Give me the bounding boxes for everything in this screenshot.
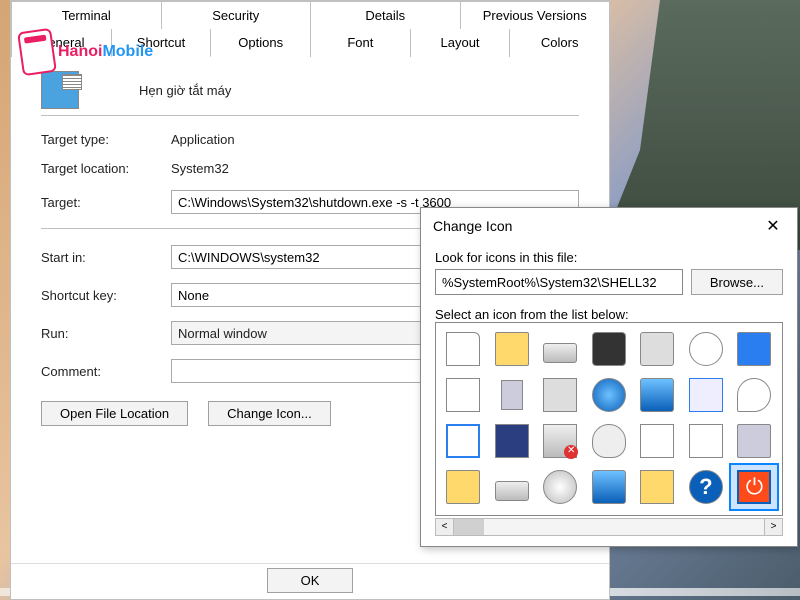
browse-button[interactable]: Browse... — [691, 269, 783, 295]
network-drive-icon[interactable] — [537, 373, 583, 417]
watermark-logo: HanoiMobile — [20, 30, 153, 74]
look-for-icons-label: Look for icons in this file: — [435, 250, 783, 265]
keypad-icon[interactable] — [634, 465, 680, 509]
target-location-label: Target location: — [41, 161, 171, 176]
search-icon[interactable] — [731, 373, 777, 417]
usb-drive-icon[interactable] — [731, 419, 777, 463]
text-document-icon[interactable] — [440, 373, 486, 417]
network-nodes-icon[interactable] — [634, 419, 680, 463]
change-icon-button[interactable]: Change Icon... — [208, 401, 331, 426]
folder-icon[interactable] — [489, 327, 535, 371]
blank-document-icon[interactable] — [440, 327, 486, 371]
drive-alt-icon[interactable] — [489, 465, 535, 509]
icon-list-scrollbar[interactable]: < > — [435, 518, 783, 536]
phone-badge-icon — [17, 28, 57, 76]
shortcut-name: Hẹn giờ tắt máy — [139, 83, 231, 98]
clock-document-icon[interactable] — [683, 327, 729, 371]
tab-font[interactable]: Font — [310, 29, 411, 57]
internet-globe-icon[interactable] — [586, 373, 632, 417]
printer-icon[interactable] — [634, 327, 680, 371]
change-icon-dialog: Change Icon ✕ Look for icons in this fil… — [420, 207, 798, 547]
tab-row-1: Terminal Security Details Previous Versi… — [11, 1, 609, 29]
tab-colors[interactable]: Colors — [509, 29, 610, 57]
start-in-label: Start in: — [41, 250, 171, 265]
ok-button[interactable]: OK — [267, 568, 353, 593]
watermark-text: HanoiMobile — [58, 43, 153, 61]
optical-disc-icon[interactable] — [537, 465, 583, 509]
change-icon-title: Change Icon — [433, 218, 512, 234]
tab-options[interactable]: Options — [210, 29, 311, 57]
folder-open-icon[interactable] — [440, 465, 486, 509]
target-type-label: Target type: — [41, 132, 171, 147]
tab-terminal[interactable]: Terminal — [11, 1, 162, 29]
tab-security[interactable]: Security — [161, 1, 312, 29]
shortcut-key-label: Shortcut key: — [41, 288, 171, 303]
window-icon[interactable] — [440, 419, 486, 463]
display-icon[interactable] — [731, 327, 777, 371]
close-icon[interactable]: ✕ — [761, 216, 785, 236]
drive-error-icon[interactable] — [537, 419, 583, 463]
scroll-track[interactable] — [454, 519, 764, 535]
floppy-disk-icon[interactable] — [489, 419, 535, 463]
tab-details[interactable]: Details — [310, 1, 461, 29]
scroll-right-icon[interactable]: > — [764, 519, 782, 535]
run-label: Run: — [41, 326, 171, 341]
dialog-bottom-bar: OK — [11, 563, 609, 599]
divider — [41, 115, 579, 116]
control-panel-icon[interactable] — [683, 373, 729, 417]
chip-icon[interactable] — [586, 327, 632, 371]
computer-tower-icon[interactable] — [489, 373, 535, 417]
open-file-location-button[interactable]: Open File Location — [41, 401, 188, 426]
monitor-alt-icon[interactable] — [586, 465, 632, 509]
tab-layout[interactable]: Layout — [410, 29, 511, 57]
target-label: Target: — [41, 195, 171, 210]
chart-icon[interactable] — [683, 419, 729, 463]
target-type-value: Application — [171, 132, 579, 147]
hard-drive-icon[interactable] — [537, 327, 583, 371]
mouse-icon[interactable] — [586, 419, 632, 463]
shortcut-current-icon — [41, 71, 79, 109]
help-icon[interactable]: ? — [683, 465, 729, 509]
target-location-value: System32 — [171, 161, 579, 176]
select-icon-label: Select an icon from the list below: — [435, 307, 783, 322]
monitor-icon[interactable] — [634, 373, 680, 417]
scroll-left-icon[interactable]: < — [436, 519, 454, 535]
scroll-thumb[interactable] — [454, 519, 484, 535]
icon-list: ? — [435, 322, 783, 516]
comment-label: Comment: — [41, 364, 171, 379]
icon-file-path-input[interactable] — [435, 269, 683, 295]
tab-previous-versions[interactable]: Previous Versions — [460, 1, 611, 29]
power-icon[interactable] — [731, 465, 777, 509]
